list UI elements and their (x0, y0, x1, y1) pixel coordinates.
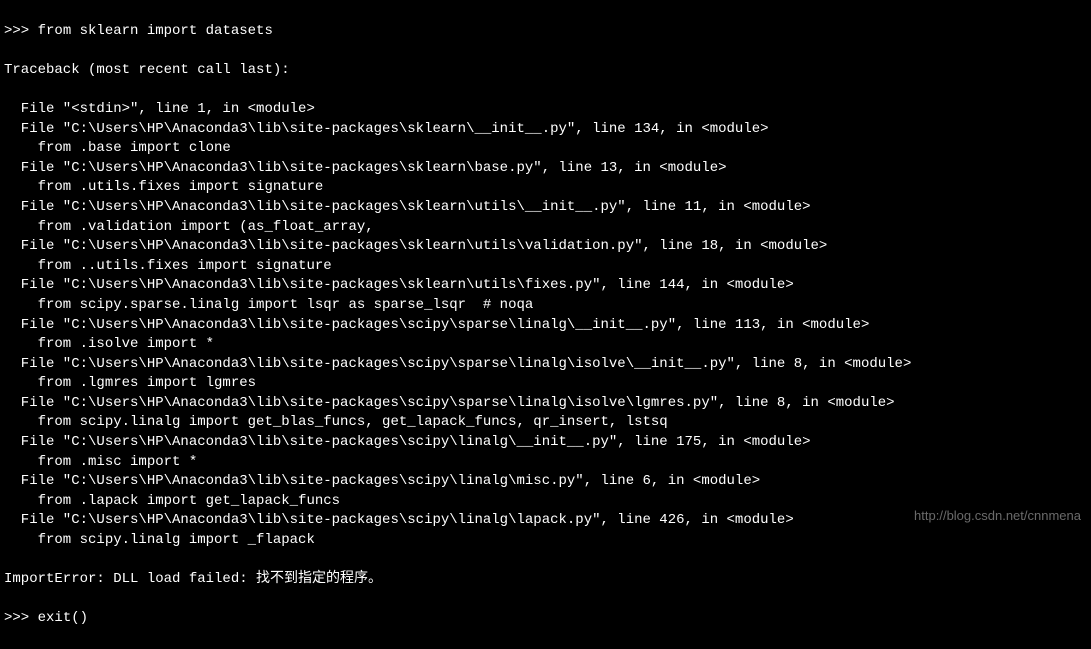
traceback-file-line: File "C:\Users\HP\Anaconda3\lib\site-pac… (4, 472, 1087, 492)
traceback-source-line: from ..utils.fixes import signature (4, 257, 1087, 277)
traceback-header: Traceback (most recent call last): (4, 61, 1087, 81)
traceback-source-line: from .lgmres import lgmres (4, 374, 1087, 394)
traceback-source-line: from .base import clone (4, 139, 1087, 159)
traceback-file-line: File "C:\Users\HP\Anaconda3\lib\site-pac… (4, 198, 1087, 218)
traceback-source-line: from scipy.linalg import _flapack (4, 531, 1087, 551)
traceback-source-line: from .validation import (as_float_array, (4, 218, 1087, 238)
traceback-file-line: File "C:\Users\HP\Anaconda3\lib\site-pac… (4, 120, 1087, 140)
traceback-file-line: File "<stdin>", line 1, in <module> (4, 100, 1087, 120)
traceback-file-line: File "C:\Users\HP\Anaconda3\lib\site-pac… (4, 316, 1087, 336)
command-line: >>> from sklearn import datasets (4, 22, 1087, 42)
traceback-file-line: File "C:\Users\HP\Anaconda3\lib\site-pac… (4, 394, 1087, 414)
traceback-source-line: from .utils.fixes import signature (4, 178, 1087, 198)
watermark-text: http://blog.csdn.net/cnnmena (914, 507, 1081, 525)
traceback-frames: File "<stdin>", line 1, in <module> File… (4, 100, 1087, 551)
prompt: >>> (4, 610, 38, 626)
terminal-output[interactable]: >>> from sklearn import datasets Traceba… (4, 2, 1087, 649)
traceback-source-line: from scipy.sparse.linalg import lsqr as … (4, 296, 1087, 316)
traceback-source-line: from .misc import * (4, 453, 1087, 473)
traceback-file-line: File "C:\Users\HP\Anaconda3\lib\site-pac… (4, 355, 1087, 375)
traceback-source-line: from .isolve import * (4, 335, 1087, 355)
traceback-file-line: File "C:\Users\HP\Anaconda3\lib\site-pac… (4, 237, 1087, 257)
traceback-file-line: File "C:\Users\HP\Anaconda3\lib\site-pac… (4, 276, 1087, 296)
traceback-file-line: File "C:\Users\HP\Anaconda3\lib\site-pac… (4, 159, 1087, 179)
error-line: ImportError: DLL load failed: 找不到指定的程序。 (4, 570, 1087, 590)
traceback-file-line: File "C:\Users\HP\Anaconda3\lib\site-pac… (4, 433, 1087, 453)
traceback-source-line: from scipy.linalg import get_blas_funcs,… (4, 413, 1087, 433)
prompt: >>> (4, 23, 38, 39)
command-text: from sklearn import datasets (38, 23, 273, 39)
next-command-line: >>> exit() (4, 609, 1087, 629)
command-text: exit() (38, 610, 88, 626)
